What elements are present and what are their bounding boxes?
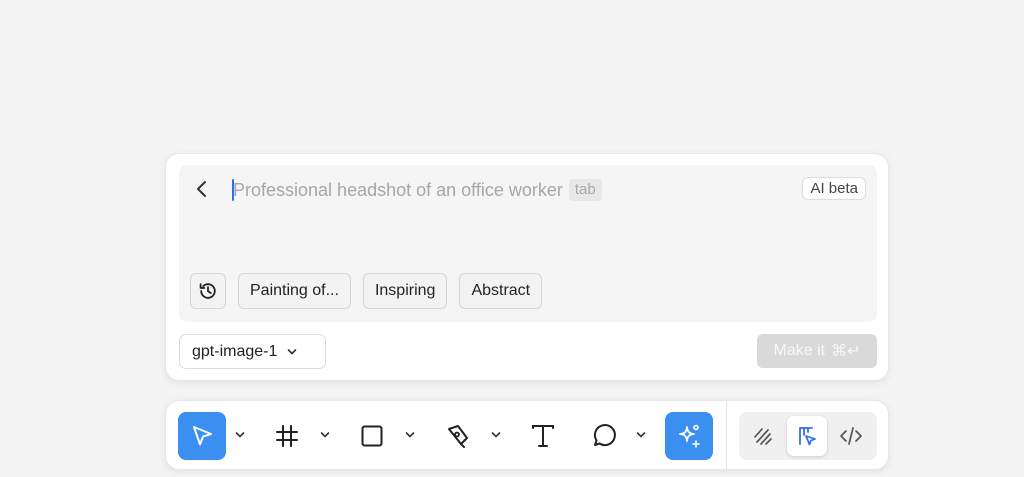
- shape-tool-dropdown[interactable]: [403, 428, 417, 442]
- comment-tool-dropdown[interactable]: [634, 428, 648, 442]
- ai-tool-button[interactable]: [665, 412, 713, 460]
- history-icon: [199, 283, 216, 299]
- rectangle-icon: [361, 425, 383, 447]
- frame-tool-button[interactable]: [263, 412, 311, 460]
- toolbar-divider: [726, 401, 727, 471]
- draw-icon: [754, 428, 772, 445]
- draw-mode-button[interactable]: [743, 416, 783, 456]
- ai-beta-badge: AI beta: [802, 177, 866, 200]
- prompt-placeholder: Professional headshot of an office worke…: [233, 180, 563, 200]
- design-icon: [799, 427, 816, 446]
- pen-tool-button[interactable]: [434, 412, 482, 460]
- make-it-shortcut: ⌘↵: [831, 343, 861, 360]
- ai-prompt-panel: Professional headshot of an office worke…: [165, 153, 889, 381]
- mode-switcher: [739, 412, 877, 460]
- tab-hint: tab: [568, 179, 602, 201]
- move-tool-button[interactable]: [178, 412, 226, 460]
- prompt-input-area[interactable]: Professional headshot of an office worke…: [179, 165, 877, 322]
- chevron-left-icon: [197, 181, 206, 197]
- bottom-toolbar: [165, 400, 889, 471]
- ai-sparkle-icon: [679, 424, 700, 448]
- dev-mode-button[interactable]: [831, 416, 871, 456]
- frame-tool-dropdown[interactable]: [318, 428, 332, 442]
- pen-tool-dropdown[interactable]: [489, 428, 503, 442]
- move-tool-dropdown[interactable]: [233, 428, 247, 442]
- comment-icon: [593, 424, 616, 447]
- frame-icon: [276, 425, 298, 447]
- chevron-down-icon: [320, 432, 330, 438]
- canvas[interactable]: Professional headshot of an office worke…: [0, 0, 1024, 477]
- shape-tool-button[interactable]: [348, 412, 396, 460]
- suggestion-chip-inspiring[interactable]: Inspiring: [362, 273, 448, 309]
- make-it-button[interactable]: Make it ⌘↵: [757, 334, 877, 368]
- suggestion-chip-painting[interactable]: Painting of...: [238, 273, 351, 309]
- chevron-down-icon: [491, 432, 501, 438]
- chevron-down-icon: [288, 348, 297, 354]
- comment-tool-button[interactable]: [580, 412, 628, 460]
- chevron-down-icon: [405, 432, 415, 438]
- suggestion-chip-abstract[interactable]: Abstract: [459, 273, 543, 309]
- code-icon: [840, 427, 862, 445]
- move-icon: [193, 426, 212, 446]
- prompt-input[interactable]: Professional headshot of an office worke…: [233, 178, 602, 202]
- back-button[interactable]: [191, 177, 213, 201]
- suggestion-chips: Painting of... Inspiring Abstract: [190, 273, 543, 309]
- chevron-down-icon: [636, 432, 646, 438]
- design-mode-button[interactable]: [787, 416, 827, 456]
- make-it-label: Make it: [773, 342, 826, 359]
- model-select-label: gpt-image-1: [192, 342, 278, 360]
- history-button[interactable]: [190, 273, 226, 309]
- pen-icon: [448, 425, 468, 448]
- text-icon: [532, 425, 554, 447]
- model-select[interactable]: gpt-image-1: [179, 334, 326, 369]
- text-tool-button[interactable]: [519, 412, 567, 460]
- chevron-down-icon: [235, 432, 245, 438]
